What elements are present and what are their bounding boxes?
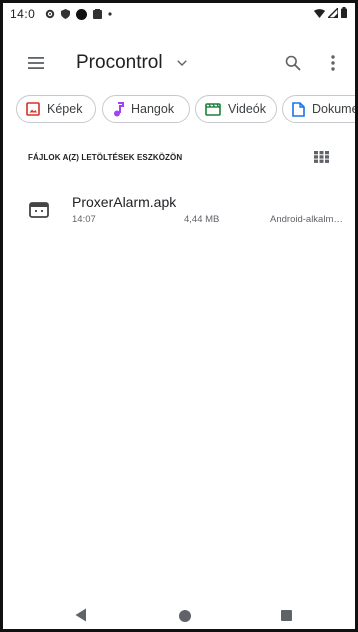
more-options-button[interactable]: [321, 51, 345, 75]
section-title: FÁJLOK A(Z) LETÖLTÉSEK ESZKÖZÖN: [28, 153, 183, 162]
list-item[interactable]: ProxerAlarm.apk 14:07 4,44 MB Android-al…: [15, 191, 355, 235]
navigation-bar: [3, 600, 355, 632]
status-time: 14:0: [10, 7, 36, 21]
image-icon: [26, 102, 40, 116]
file-time: 14:07: [72, 214, 96, 225]
music-note-icon: [112, 101, 124, 117]
clipboard-icon: [93, 9, 103, 19]
recents-icon[interactable]: [281, 610, 292, 621]
hamburger-menu-icon: [28, 57, 44, 69]
android-apk-icon: [29, 201, 49, 219]
grid-view-button[interactable]: [312, 149, 330, 165]
signal-icon: [326, 6, 339, 21]
menu-button[interactable]: [24, 51, 48, 75]
movie-icon: [205, 102, 221, 116]
device-frame: 14:0 Procontrol Képek Hangok Videók Doku…: [0, 0, 358, 632]
document-icon: [292, 101, 305, 117]
app-bar: Procontrol: [3, 39, 355, 87]
page-title: Procontrol: [76, 52, 163, 73]
file-type: Android-alkalm…: [270, 214, 343, 225]
chip-videos-label: Videók: [228, 102, 266, 116]
grid-view-icon: [313, 151, 329, 163]
battery-icon: [341, 7, 347, 21]
more-vert-icon: [331, 55, 335, 71]
wifi-icon: [314, 7, 325, 21]
shield-icon: [61, 9, 71, 19]
settings-icon: [45, 9, 55, 19]
dot-icon: [108, 12, 112, 16]
chip-audio-label: Hangok: [131, 102, 175, 116]
status-right: [314, 6, 347, 21]
status-bar: 14:0: [3, 3, 355, 25]
chip-documents[interactable]: Dokumen: [282, 95, 355, 123]
search-icon: [285, 55, 301, 71]
folder-selector[interactable]: Procontrol: [76, 49, 187, 77]
circle-icon: [76, 8, 88, 20]
home-icon[interactable]: [179, 610, 191, 622]
chip-documents-label: Dokumen: [312, 102, 355, 116]
search-button[interactable]: [281, 51, 305, 75]
category-chips: Képek Hangok Videók Dokumen: [16, 95, 355, 125]
chip-images[interactable]: Képek: [16, 95, 96, 123]
back-icon[interactable]: [75, 608, 87, 627]
file-size: 4,44 MB: [184, 214, 220, 225]
file-name: ProxerAlarm.apk: [72, 194, 177, 210]
chip-audio[interactable]: Hangok: [102, 95, 190, 123]
chip-videos[interactable]: Videók: [195, 95, 277, 123]
chevron-down-icon: [176, 60, 187, 66]
chip-images-label: Képek: [47, 102, 83, 116]
